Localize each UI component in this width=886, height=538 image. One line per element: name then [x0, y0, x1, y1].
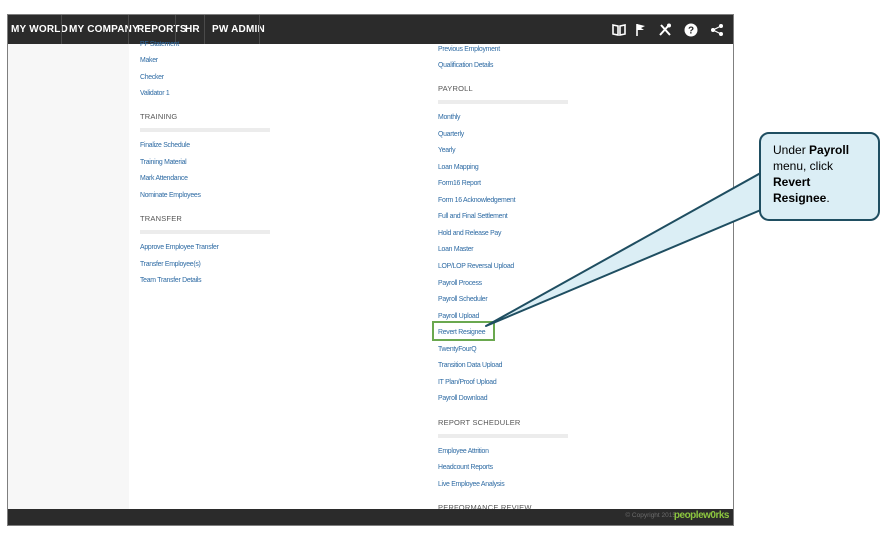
- highlight-box: [432, 321, 495, 341]
- tools-icon[interactable]: [656, 20, 674, 39]
- callout-bold-revert-resignee: Revert Resignee: [773, 175, 827, 205]
- copyright-text: © Copyright 2015: [625, 512, 676, 519]
- svg-text:?: ?: [688, 26, 694, 37]
- menu-content: PF Statement Maker Checker Validator 1 T…: [129, 39, 733, 512]
- menu-item-training-material[interactable]: Training Material: [140, 157, 187, 166]
- section-title-payroll: PAYROLL: [438, 84, 473, 93]
- menu-item-transition-data-upload[interactable]: Transition Data Upload: [438, 360, 503, 369]
- menu-item-yearly[interactable]: Yearly: [438, 145, 456, 154]
- nav-separator: [204, 15, 205, 44]
- nav-my-world[interactable]: MY WORLD: [11, 15, 68, 44]
- section-divider: [438, 434, 568, 438]
- share-icon[interactable]: [708, 20, 726, 39]
- section-title-report-scheduler: REPORT SCHEDULER: [438, 418, 521, 427]
- book-icon[interactable]: [610, 20, 628, 39]
- section-divider: [140, 128, 270, 132]
- menu-item-it-plan-proof-upload[interactable]: IT Plan/Proof Upload: [438, 377, 497, 386]
- menu-item-checker[interactable]: Checker: [140, 72, 164, 81]
- nav-separator: [259, 15, 260, 44]
- callout-text: menu, click: [773, 159, 834, 173]
- nav-separator: [61, 15, 62, 44]
- brand-logo: peoplew0rks: [673, 510, 730, 521]
- menu-item-lop-reversal-upload[interactable]: LOP/LOP Reversal Upload: [438, 261, 514, 270]
- menu-item-transfer-employees[interactable]: Transfer Employee(s): [140, 259, 201, 268]
- menu-item-twentyfourq[interactable]: TwentyFourQ: [438, 344, 477, 353]
- section-divider: [438, 100, 568, 104]
- menu-item-nominate-employees[interactable]: Nominate Employees: [140, 190, 201, 199]
- menu-item-form-16-acknowledgement[interactable]: Form 16 Acknowledgement: [438, 195, 516, 204]
- help-icon[interactable]: ?: [682, 20, 700, 39]
- menu-item-payroll-download[interactable]: Payroll Download: [438, 393, 488, 402]
- menu-item-maker[interactable]: Maker: [140, 55, 158, 64]
- menu-item-validator-1[interactable]: Validator 1: [140, 88, 170, 97]
- section-divider: [140, 230, 270, 234]
- menu-item-mark-attendance[interactable]: Mark Attendance: [140, 173, 188, 182]
- menu-item-finalize-schedule[interactable]: Finalize Schedule: [140, 140, 190, 149]
- menu-item-monthly[interactable]: Monthly: [438, 112, 461, 121]
- nav-separator: [128, 15, 129, 44]
- menu-item-quarterly[interactable]: Quarterly: [438, 129, 464, 138]
- menu-item-approve-employee-transfer[interactable]: Approve Employee Transfer: [140, 242, 219, 251]
- app-window: MY WORLD MY COMPANY REPORTS HR PW ADMIN …: [7, 14, 734, 526]
- menu-item-hold-and-release-pay[interactable]: Hold and Release Pay: [438, 228, 501, 237]
- nav-hr[interactable]: HR: [185, 15, 200, 44]
- menu-item-loan-mapping[interactable]: Loan Mapping: [438, 162, 479, 171]
- menu-item-employee-attrition[interactable]: Employee Attrition: [438, 446, 489, 455]
- menu-item-payroll-scheduler[interactable]: Payroll Scheduler: [438, 294, 488, 303]
- nav-pw-admin[interactable]: PW ADMIN: [212, 15, 265, 44]
- flag-icon[interactable]: [632, 20, 650, 39]
- instruction-callout: Under Payroll menu, click Revert Resigne…: [759, 132, 880, 221]
- menu-item-form16-report[interactable]: Form16 Report: [438, 178, 481, 187]
- callout-text: .: [826, 191, 830, 205]
- menu-item-payroll-upload[interactable]: Payroll Upload: [438, 311, 479, 320]
- menu-item-payroll-process[interactable]: Payroll Process: [438, 278, 482, 287]
- section-title-transfer: TRANSFER: [140, 214, 183, 223]
- callout-text: Under: [773, 143, 810, 157]
- callout-bold-payroll: Payroll: [809, 143, 850, 157]
- menu-item-previous-employment[interactable]: Previous Employment: [438, 44, 500, 53]
- menu-item-team-transfer-details[interactable]: Team Transfer Details: [140, 275, 202, 284]
- left-sidebar-strip: [8, 44, 129, 510]
- top-navigation: MY WORLD MY COMPANY REPORTS HR PW ADMIN …: [8, 15, 733, 44]
- footer-bar: © Copyright 2015 peoplew0rks: [8, 509, 733, 525]
- menu-item-pf-statement[interactable]: PF Statement: [140, 39, 179, 48]
- menu-item-full-and-final-settlement[interactable]: Full and Final Settlement: [438, 211, 508, 220]
- menu-item-live-employee-analysis[interactable]: Live Employee Analysis: [438, 479, 505, 488]
- menu-item-loan-master[interactable]: Loan Master: [438, 244, 474, 253]
- section-title-training: TRAINING: [140, 112, 178, 121]
- menu-item-qualification-details[interactable]: Qualification Details: [438, 60, 493, 69]
- menu-item-headcount-reports[interactable]: Headcount Reports: [438, 462, 493, 471]
